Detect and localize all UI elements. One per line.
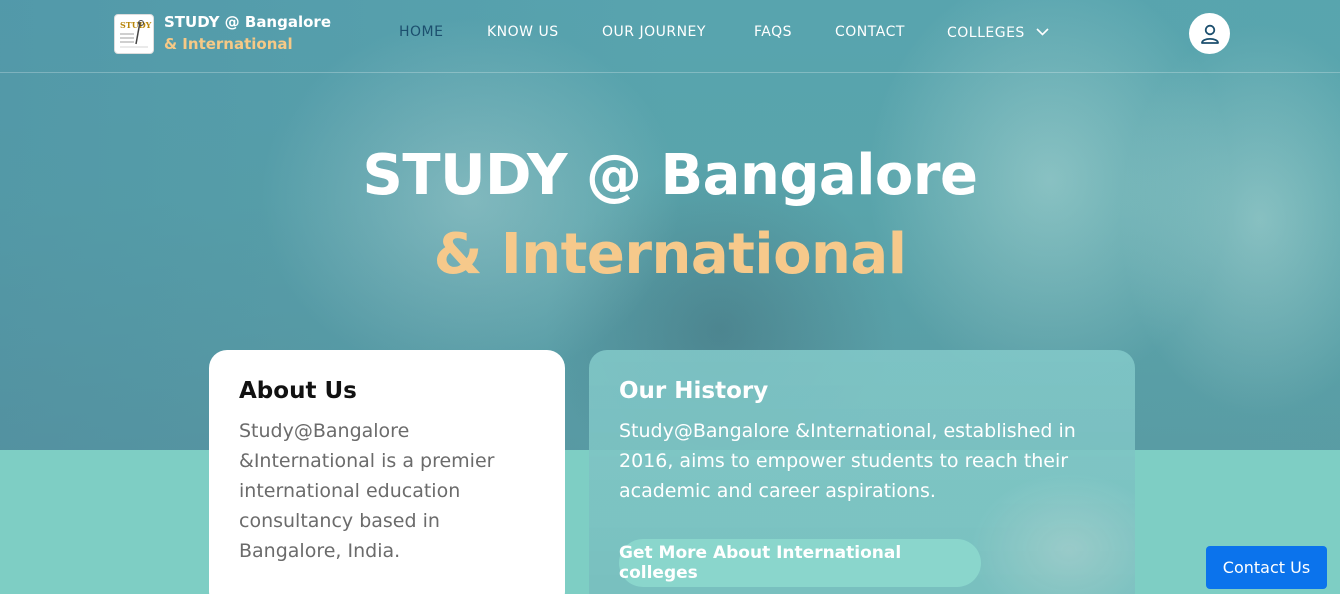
nav-colleges[interactable]: COLLEGES bbox=[947, 24, 1049, 41]
contact-us-button[interactable]: Contact Us bbox=[1206, 546, 1327, 589]
nav-know-us[interactable]: KNOW US bbox=[487, 24, 559, 40]
history-heading: Our History bbox=[619, 378, 769, 404]
user-icon[interactable] bbox=[1189, 13, 1230, 54]
about-heading: About Us bbox=[239, 378, 357, 404]
about-us-card: About Us Study@Bangalore &International … bbox=[209, 350, 565, 594]
nav-faqs[interactable]: FAQS bbox=[754, 24, 792, 40]
brand-name[interactable]: STUDY @ Bangalore bbox=[164, 13, 331, 31]
brand-subtitle[interactable]: & International bbox=[164, 35, 293, 53]
chevron-down-icon bbox=[1036, 24, 1049, 40]
international-colleges-button[interactable]: Get More About International colleges bbox=[619, 539, 981, 587]
history-body: Study@Bangalore &International, establis… bbox=[619, 420, 1076, 502]
nav-colleges-label: COLLEGES bbox=[947, 25, 1025, 41]
study-logo-icon[interactable]: STUDY bbox=[114, 14, 154, 54]
about-body: Study@Bangalore &International is a prem… bbox=[239, 420, 495, 562]
site-header: STUDY STUDY @ Bangalore & International … bbox=[0, 0, 1340, 73]
svg-text:STUDY: STUDY bbox=[120, 20, 152, 30]
nav-contact[interactable]: CONTACT bbox=[835, 24, 905, 40]
nav-home[interactable]: HOME bbox=[399, 24, 443, 40]
nav-our-journey[interactable]: OUR JOURNEY bbox=[602, 24, 706, 40]
our-history-card: Our History Study@Bangalore &Internation… bbox=[589, 350, 1135, 594]
hero-title: STUDY @ Bangalore bbox=[362, 143, 978, 208]
hero-subtitle: & International bbox=[433, 222, 907, 287]
